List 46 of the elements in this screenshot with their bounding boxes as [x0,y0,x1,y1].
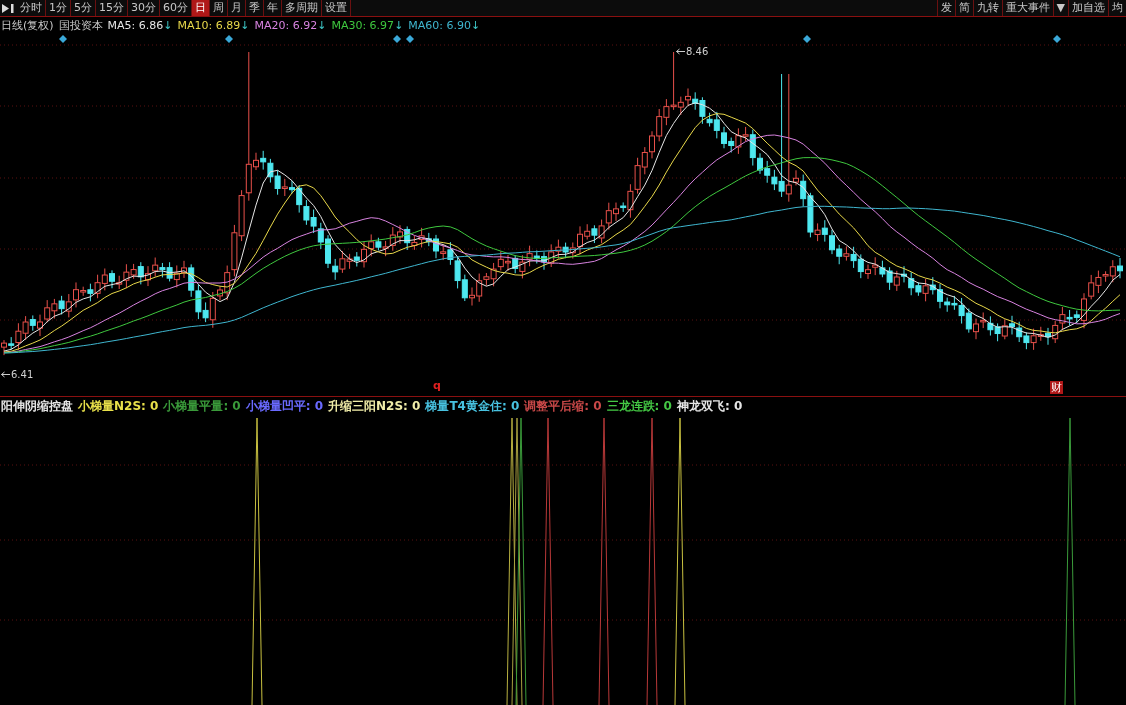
period-tab[interactable]: 设置 [322,0,351,16]
indicator-value: 调整平后缩: 0 [524,397,602,415]
arrow-icon [676,48,685,55]
period-tab[interactable]: 年 [264,0,282,16]
period-tab[interactable]: 分时 [17,0,46,16]
indicator-value: 梯量T4黄金住: 0 [425,397,520,415]
indicator-value: 升缩三阳N2S: 0 [328,397,421,415]
diamond-icon [59,35,67,43]
toolbar-button[interactable]: 简 [954,0,973,16]
moving-average-value: MA60: 6.90↓ [408,19,481,32]
toolbar-button[interactable]: 发 [936,0,955,16]
moving-average-value: MA30: 6.97↓ [331,19,404,32]
moving-average-value: MA20: 6.92↓ [254,19,327,32]
chart-period-label: 日线(复权) [1,18,54,33]
period-tab[interactable]: 多周期 [282,0,322,16]
indicator-value: 三龙连跌: 0 [606,397,672,415]
diamond-icon [1053,35,1061,43]
period-tab[interactable]: 1分 [46,0,71,16]
period-tab[interactable]: 30分 [128,0,160,16]
indicator-value: 神龙双飞: 0 [676,397,743,415]
toolbar-button[interactable]: 均 [1108,0,1126,16]
period-tab[interactable]: 周 [210,0,228,16]
price-label: 6.41 [11,369,34,380]
indicator-value: 小梯量N2S: 0 [78,397,159,415]
period-tab[interactable]: 日 [192,0,210,16]
diamond-icon [225,35,233,43]
event-marker: q [433,379,441,392]
period-tab[interactable]: 季 [246,0,264,16]
toolbar-button[interactable]: 九转 [972,0,1002,16]
indicator-value: 小梯量平量: 0 [163,397,241,415]
diamond-icon [803,35,811,43]
moving-average-value: MA10: 6.89↓ [177,19,250,32]
indicator-value: 小梯量凹平: 0 [245,397,324,415]
skip-to-end-icon[interactable] [1,2,15,14]
price-label: 8.46 [686,46,709,57]
period-tab[interactable]: 5分 [71,0,96,16]
finance-badge[interactable]: 财 [1050,381,1063,394]
arrow-icon [1,371,10,378]
moving-average-value: MA5: 6.86↓ [107,19,173,32]
period-tab[interactable]: 15分 [96,0,128,16]
toolbar-button[interactable]: 重大事件 [1001,0,1053,16]
toolbar-button[interactable]: 加自选 [1068,0,1108,16]
period-tab[interactable]: 月 [228,0,246,16]
stock-name: 国投资本 [58,18,103,33]
indicator-value: 阳伸阴缩控盘 [1,397,73,415]
toolbar-button[interactable]: ▼ [1052,0,1068,16]
